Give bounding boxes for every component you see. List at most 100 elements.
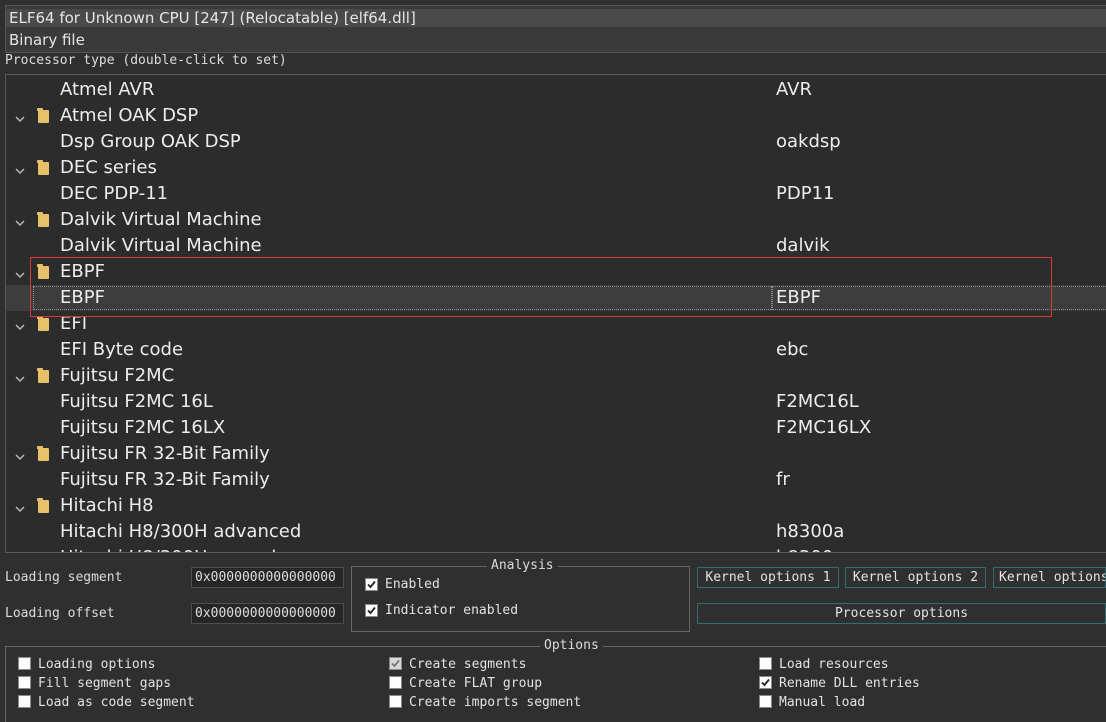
tree-group-row[interactable]: Fujitsu FR 32-Bit Family xyxy=(6,441,1106,467)
tree-group-row[interactable]: Dalvik Virtual Machine xyxy=(6,207,1106,233)
processor-name: Fujitsu F2MC 16LX xyxy=(60,417,226,438)
processor-name: Atmel OAK DSP xyxy=(60,105,199,126)
processor-code: h8300a xyxy=(776,521,845,542)
load-as-code-segment-checkbox[interactable] xyxy=(18,695,31,708)
chevron-down-icon[interactable] xyxy=(14,109,26,122)
kernel-options-1-button[interactable]: Kernel options 1 xyxy=(697,567,839,588)
indicator-enabled-label: Indicator enabled xyxy=(385,603,519,618)
folder-icon xyxy=(37,368,49,383)
chevron-down-icon[interactable] xyxy=(14,369,26,382)
folder-icon xyxy=(37,212,49,227)
load-as-code-segment-label: Load as code segment xyxy=(38,695,195,710)
processor-name: DEC series xyxy=(60,157,157,178)
focus-rect xyxy=(33,286,773,310)
folder-icon xyxy=(37,160,49,175)
create-imports-segment-checkbox[interactable] xyxy=(389,695,402,708)
chevron-down-icon[interactable] xyxy=(14,265,26,278)
analysis-group xyxy=(351,566,690,632)
loading-segment-input[interactable]: 0x0000000000000000 xyxy=(191,567,344,588)
load-resources-checkbox[interactable] xyxy=(759,657,772,670)
processor-name: Hitachi H8 xyxy=(60,495,154,516)
processor-name: EFI Byte code xyxy=(60,339,184,360)
create-flat-group-checkbox[interactable] xyxy=(389,676,402,689)
fill-segment-gaps-checkbox[interactable] xyxy=(18,676,31,689)
tree-group-row[interactable]: EBPF xyxy=(6,259,1106,285)
create-imports-segment-label: Create imports segment xyxy=(409,695,582,710)
chevron-down-icon[interactable] xyxy=(14,317,26,330)
create-flat-group-label: Create FLAT group xyxy=(409,676,543,691)
processor-code: oakdsp xyxy=(776,131,841,152)
processor-name: Fujitsu F2MC 16L xyxy=(60,391,213,412)
processor-name: Dalvik Virtual Machine xyxy=(60,235,262,256)
processor-name: Dsp Group OAK DSP xyxy=(60,131,241,152)
tree-processor-row[interactable]: Fujitsu FR 32-Bit Family fr xyxy=(6,467,1106,493)
enabled-checkbox[interactable] xyxy=(365,578,378,591)
folder-icon xyxy=(37,264,49,279)
chevron-down-icon[interactable] xyxy=(14,161,26,174)
folder-icon xyxy=(37,108,49,123)
processor-name: DEC PDP-11 xyxy=(60,183,169,204)
folder-icon xyxy=(37,498,49,513)
load-resources-label: Load resources xyxy=(779,657,889,672)
tree-processor-row[interactable]: EBPF EBPF xyxy=(6,285,1106,311)
tree-processor-row[interactable]: Fujitsu F2MC 16LX F2MC16LX xyxy=(6,415,1106,441)
rename-dll-entries-checkbox[interactable] xyxy=(759,676,772,689)
tree-processor-row[interactable]: Dsp Group OAK DSP oakdsp xyxy=(6,129,1106,155)
tree-processor-row[interactable]: Dalvik Virtual Machine dalvik xyxy=(6,233,1106,259)
processor-name: Fujitsu FR 32-Bit Family xyxy=(60,443,270,464)
processor-code: ebc xyxy=(776,339,809,360)
enabled-label: Enabled xyxy=(385,577,440,592)
loader-format-list[interactable]: ELF64 for Unknown CPU [247] (Relocatable… xyxy=(5,5,1106,53)
processor-tree[interactable]: Atmel AVR AVR Atmel OAK DSP Dsp Group OAK D… xyxy=(5,74,1106,553)
processor-name: Dalvik Virtual Machine xyxy=(60,209,262,230)
processor-options-button[interactable]: Processor options xyxy=(697,603,1106,624)
manual-load-label: Manual load xyxy=(779,695,866,710)
processor-code: PDP11 xyxy=(776,183,835,204)
tree-group-row[interactable]: DEC series xyxy=(6,155,1106,181)
kernel-options-2-button[interactable]: Kernel options 2 xyxy=(845,567,986,588)
kernel-options-3-button[interactable]: Kernel options 3 xyxy=(993,567,1106,588)
tree-group-row[interactable]: Hitachi H8 xyxy=(6,493,1106,519)
tree-processor-row[interactable]: Fujitsu F2MC 16L F2MC16L xyxy=(6,389,1106,415)
loading-options-checkbox[interactable] xyxy=(18,657,31,670)
tree-processor-row[interactable]: Hitachi H8/300H normal h8300 xyxy=(6,545,1106,552)
rename-dll-entries-label: Rename DLL entries xyxy=(779,676,920,691)
tree-group-row[interactable]: Atmel OAK DSP xyxy=(6,103,1106,129)
create-segments-checkbox[interactable] xyxy=(389,657,402,670)
loading-offset-input[interactable]: 0x0000000000000000 xyxy=(191,603,344,624)
processor-name: Hitachi H8/300H advanced xyxy=(60,521,302,542)
analysis-group-title: Analysis xyxy=(487,558,558,573)
tree-processor-row[interactable]: Atmel AVR AVR xyxy=(6,77,1106,103)
folder-icon xyxy=(37,446,49,461)
loading-options-label: Loading options xyxy=(38,657,156,672)
processor-name: Fujitsu F2MC xyxy=(60,365,175,386)
tree-processor-row[interactable]: DEC PDP-11 PDP11 xyxy=(6,181,1106,207)
create-segments-label: Create segments xyxy=(409,657,527,672)
loading-segment-label: Loading segment xyxy=(5,570,123,585)
chevron-down-icon[interactable] xyxy=(14,447,26,460)
processor-code: AVR xyxy=(776,79,812,100)
loader-format-item[interactable]: Binary file xyxy=(9,31,85,49)
processor-type-label: Processor type (double-click to set) xyxy=(5,53,287,68)
indicator-enabled-checkbox[interactable] xyxy=(365,604,378,617)
manual-load-checkbox[interactable] xyxy=(759,695,772,708)
processor-name: Atmel AVR xyxy=(60,79,155,100)
loader-format-item[interactable]: ELF64 for Unknown CPU [247] (Relocatable… xyxy=(6,9,1106,27)
processor-name: Fujitsu FR 32-Bit Family xyxy=(60,469,270,490)
loading-offset-label: Loading offset xyxy=(5,606,115,621)
tree-processor-row[interactable]: EFI Byte code ebc xyxy=(6,337,1106,363)
options-group-title: Options xyxy=(540,638,603,653)
tree-processor-row[interactable]: Hitachi H8/300H advanced h8300a xyxy=(6,519,1106,545)
chevron-down-icon[interactable] xyxy=(14,213,26,226)
processor-code: EBPF xyxy=(776,287,821,308)
folder-icon xyxy=(37,316,49,331)
focus-rect xyxy=(771,286,1106,310)
processor-code: F2MC16LX xyxy=(776,417,872,438)
chevron-down-icon[interactable] xyxy=(14,499,26,512)
processor-code: fr xyxy=(776,469,790,490)
processor-code: h8300 xyxy=(776,547,833,552)
processor-name: EBPF xyxy=(60,287,105,308)
tree-group-row[interactable]: Fujitsu F2MC xyxy=(6,363,1106,389)
processor-code: F2MC16L xyxy=(776,391,859,412)
tree-group-row[interactable]: EFI xyxy=(6,311,1106,337)
